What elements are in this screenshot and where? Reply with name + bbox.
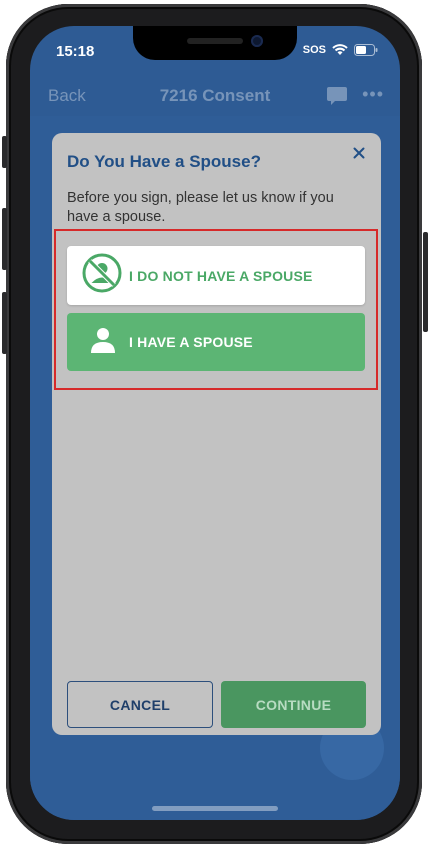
no-spouse-option[interactable]: I DO NOT HAVE A SPOUSE bbox=[67, 246, 365, 305]
continue-button[interactable]: CONTINUE bbox=[221, 681, 366, 728]
have-spouse-option[interactable]: I HAVE A SPOUSE bbox=[67, 313, 365, 371]
volume-up-button bbox=[2, 208, 7, 270]
volume-down-button bbox=[2, 292, 7, 354]
status-indicators: SOS bbox=[303, 44, 378, 56]
speaker bbox=[187, 38, 243, 44]
notch bbox=[133, 26, 297, 60]
person-icon bbox=[89, 326, 117, 359]
modal-title: Do You Have a Spouse? bbox=[67, 152, 261, 171]
home-indicator bbox=[152, 806, 278, 811]
power-button bbox=[423, 232, 428, 332]
no-person-icon bbox=[82, 253, 122, 298]
modal-description: Before you sign, please let us know if y… bbox=[67, 190, 334, 225]
app-navigation-bar: Back 7216 Consent ••• bbox=[30, 76, 400, 116]
close-icon[interactable] bbox=[351, 145, 367, 161]
status-time: 15:18 bbox=[56, 43, 95, 60]
cancel-button[interactable]: CANCEL bbox=[67, 681, 213, 728]
mute-switch bbox=[2, 136, 7, 168]
have-spouse-label: I HAVE A SPOUSE bbox=[129, 334, 253, 350]
camera bbox=[251, 35, 263, 47]
sos-label: SOS bbox=[302, 44, 326, 56]
more-menu-icon[interactable]: ••• bbox=[362, 84, 384, 105]
battery-icon bbox=[354, 44, 378, 56]
chat-icon[interactable] bbox=[326, 86, 348, 111]
no-spouse-label: I DO NOT HAVE A SPOUSE bbox=[129, 267, 313, 284]
wifi-icon bbox=[332, 44, 348, 56]
spouse-modal: Do You Have a Spouse? Before you sign, p… bbox=[52, 133, 381, 735]
